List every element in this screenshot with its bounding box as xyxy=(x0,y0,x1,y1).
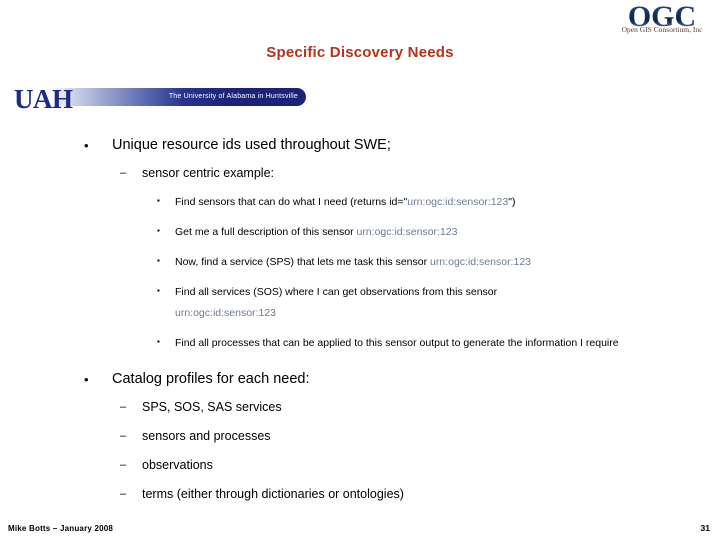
bullet-text-before: Get me a full description of this sensor xyxy=(175,226,357,238)
bullet-text: SPS, SOS, SAS services xyxy=(142,400,282,414)
bullet-marker-dot: • xyxy=(84,138,89,153)
ogc-logo-subtitle: Open GIS Consortium, Inc xyxy=(621,25,703,34)
bullet-marker-dot: • xyxy=(84,372,89,387)
uah-logo-banner: The University of Alabama in Huntsville xyxy=(50,88,306,106)
bullet-marker-square: ▪ xyxy=(157,226,160,235)
uah-logo-letters: UAH xyxy=(14,84,73,114)
urn-identifier: urn:ogc:id:sensor:123 xyxy=(356,226,458,238)
bullet-marker-square: ▪ xyxy=(157,286,160,295)
bullet-level2: – sensor centric example: xyxy=(0,165,720,182)
bullet-level3: ▪ Find all services (SOS) where I can ge… xyxy=(0,282,720,324)
footer-page-number: 31 xyxy=(700,523,710,533)
bullet-marker-square: ▪ xyxy=(157,337,160,346)
bullet-text: Now, find a service (SPS) that lets me t… xyxy=(175,252,720,273)
bullet-level1: • Catalog profiles for each need: xyxy=(0,370,720,389)
bullet-text-before: Find all services (SOS) where I can get … xyxy=(175,286,498,298)
uah-logo-banner-text: The University of Alabama in Huntsville xyxy=(168,93,298,100)
bullet-text-after: ") xyxy=(508,196,516,208)
bullet-marker-dash: – xyxy=(120,488,127,500)
bullet-marker-dash: – xyxy=(120,167,127,179)
bullet-marker-dash: – xyxy=(120,430,127,442)
bullet-level2: – SPS, SOS, SAS services xyxy=(0,399,720,416)
bullet-level3: ▪ Find all processes that can be applied… xyxy=(0,333,720,354)
bullet-marker-square: ▪ xyxy=(157,196,160,205)
bullet-text: sensor centric example: xyxy=(142,166,275,180)
bullet-text-before: Find sensors that can do what I need (re… xyxy=(175,196,408,208)
bullet-text: Unique resource ids used throughout SWE; xyxy=(112,137,391,153)
uah-logo: The University of Alabama in Huntsville … xyxy=(8,84,306,118)
ogc-logo: OGC Open GIS Consortium, Inc xyxy=(608,2,716,42)
bullet-marker-dash: – xyxy=(120,401,127,413)
bullet-text: Catalog profiles for each need: xyxy=(112,371,310,387)
bullet-text-before: Now, find a service (SPS) that lets me t… xyxy=(175,256,431,268)
bullet-text: Get me a full description of this sensor… xyxy=(175,222,720,243)
bullet-text: terms (either through dictionaries or on… xyxy=(142,487,404,501)
bullet-level2: – observations xyxy=(0,457,720,474)
bullet-level3: ▪ Get me a full description of this sens… xyxy=(0,222,720,243)
urn-identifier: urn:ogc:id:sensor:123 xyxy=(407,196,509,208)
footer-author-date: Mike Botts – January 2008 xyxy=(8,524,114,533)
bullet-marker-dash: – xyxy=(120,459,127,471)
bullet-level2: – sensors and processes xyxy=(0,428,720,445)
urn-identifier: urn:ogc:id:sensor:123 xyxy=(430,256,531,268)
urn-identifier: urn:ogc:id:sensor:123 xyxy=(175,307,276,319)
slide-body: • Unique resource ids used throughout SW… xyxy=(0,136,720,511)
bullet-text: sensors and processes xyxy=(142,429,271,443)
bullet-text: Find all processes that can be applied t… xyxy=(175,337,619,349)
bullet-marker-square: ▪ xyxy=(157,256,160,265)
bullet-level2: – terms (either through dictionaries or … xyxy=(0,486,720,503)
page-title: Specific Discovery Needs xyxy=(266,44,454,61)
bullet-level3: ▪ Find sensors that can do what I need (… xyxy=(0,192,720,213)
bullet-level1: • Unique resource ids used throughout SW… xyxy=(0,136,720,155)
bullet-text: Find sensors that can do what I need (re… xyxy=(175,192,720,213)
bullet-level3: ▪ Now, find a service (SPS) that lets me… xyxy=(0,252,720,273)
bullet-text: observations xyxy=(142,458,213,472)
bullet-text: Find all services (SOS) where I can get … xyxy=(175,282,720,324)
